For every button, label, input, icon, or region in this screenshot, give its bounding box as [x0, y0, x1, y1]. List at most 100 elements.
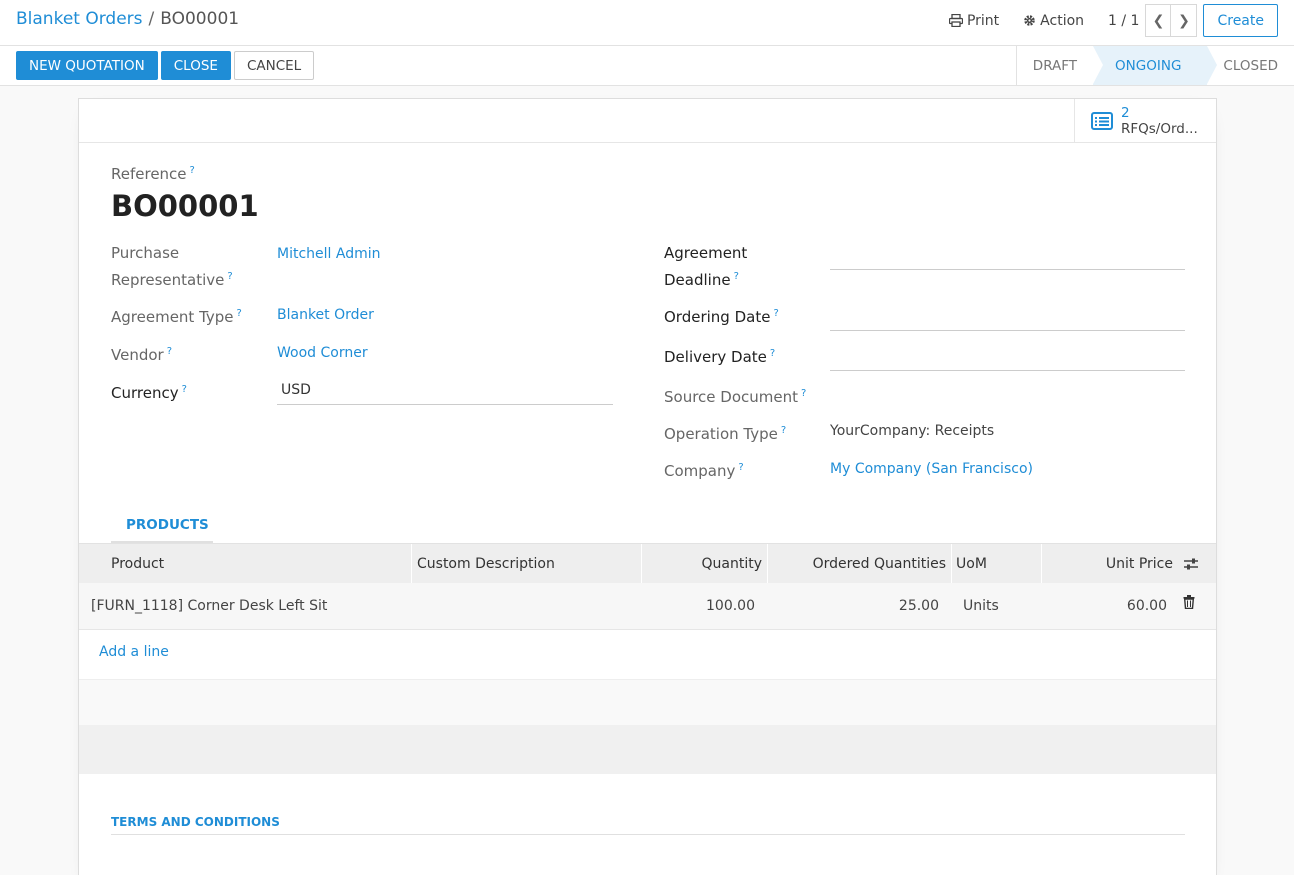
- purchase-representative-label-line2: Representative: [111, 271, 225, 289]
- table-empty-row: [79, 679, 1216, 725]
- agreement-type-label-text: Agreement Type: [111, 308, 234, 326]
- help-icon[interactable]: ?: [227, 271, 232, 282]
- vendor-label-text: Vendor: [111, 346, 164, 364]
- operation-type-value: YourCompany: Receipts: [830, 423, 995, 439]
- reference-label-text: Reference: [111, 165, 187, 183]
- print-button[interactable]: Print: [948, 12, 1000, 29]
- pager-value: 1 / 1: [1108, 12, 1140, 29]
- vendor-value[interactable]: Wood Corner: [277, 343, 368, 363]
- status-ongoing: ONGOING: [1093, 46, 1218, 85]
- column-divider: [951, 544, 952, 584]
- optional-columns-toggle[interactable]: [1183, 557, 1199, 571]
- control-panel: Blanket Orders / BO00001 Print Action 1 / …: [0, 0, 1294, 46]
- agreement-deadline-label-line2: Deadline: [664, 271, 731, 289]
- chevron-left-icon: ❮: [1152, 12, 1165, 29]
- delete-row-button[interactable]: [1183, 595, 1195, 610]
- agreement-type-label: Agreement Type?: [111, 302, 242, 329]
- breadcrumb-separator: /: [148, 9, 155, 29]
- help-icon[interactable]: ?: [182, 384, 187, 395]
- help-icon[interactable]: ?: [738, 462, 743, 473]
- column-divider: [411, 544, 412, 584]
- agreement-deadline-label-line1: Agreement: [664, 244, 748, 262]
- new-quotation-button[interactable]: NEW QUOTATION: [16, 51, 158, 80]
- help-icon[interactable]: ?: [781, 425, 786, 436]
- row-uom[interactable]: Units: [963, 583, 999, 630]
- delivery-date-field[interactable]: [830, 345, 1185, 371]
- row-quantity[interactable]: 100.00: [641, 583, 755, 630]
- close-button[interactable]: CLOSE: [160, 51, 231, 80]
- row-product[interactable]: [FURN_1118] Corner Desk Left Sit: [91, 583, 327, 630]
- source-document-label-text: Source Document: [664, 388, 798, 406]
- purchase-representative-value[interactable]: Mitchell Admin: [277, 244, 381, 264]
- print-label: Print: [966, 12, 1000, 29]
- operation-type-label: Operation Type?: [664, 419, 786, 446]
- delivery-date-label: Delivery Date?: [664, 342, 775, 369]
- column-header-description[interactable]: Custom Description: [417, 544, 555, 584]
- gear-icon: [1024, 15, 1035, 26]
- column-header-ordered-quantities[interactable]: Ordered Quantities: [767, 544, 946, 584]
- status-steps: DRAFT ONGOING CLOSED: [1015, 46, 1294, 85]
- pager-previous-button[interactable]: ❮: [1145, 4, 1172, 37]
- action-button[interactable]: Action: [1023, 13, 1084, 29]
- help-icon[interactable]: ?: [773, 308, 778, 319]
- trash-icon: [1183, 595, 1195, 610]
- status-closed: CLOSED: [1223, 57, 1278, 74]
- list-icon: [1091, 112, 1113, 130]
- company-value[interactable]: My Company (San Francisco): [830, 459, 1033, 479]
- ordering-date-label: Ordering Date?: [664, 302, 779, 329]
- help-icon[interactable]: ?: [237, 308, 242, 319]
- reference-label: Reference?: [111, 165, 195, 183]
- company-label-text: Company: [664, 462, 736, 480]
- ordering-date-field[interactable]: [830, 305, 1185, 331]
- chevron-right-icon: ❯: [1178, 12, 1190, 29]
- row-ordered-quantities: 25.00: [898, 598, 939, 614]
- currency-field[interactable]: USD: [277, 379, 613, 405]
- help-icon[interactable]: ?: [801, 388, 806, 399]
- table-footer-row: [79, 725, 1216, 774]
- smart-button-label: RFQs/Ord...: [1121, 121, 1198, 137]
- print-icon: [948, 14, 963, 27]
- statusbar-buttons: NEW QUOTATION CLOSE CANCEL: [16, 51, 317, 80]
- column-header-uom[interactable]: UoM: [956, 544, 987, 584]
- tab-products[interactable]: PRODUCTS: [111, 511, 213, 543]
- rfqs-smart-button[interactable]: 2 RFQs/Ord...: [1074, 99, 1216, 143]
- currency-label: Currency?: [111, 378, 187, 405]
- help-icon[interactable]: ?: [167, 346, 172, 357]
- agreement-deadline-field[interactable]: [830, 244, 1185, 270]
- company-label: Company?: [664, 456, 744, 483]
- create-button[interactable]: Create: [1203, 4, 1278, 37]
- pager-next-button[interactable]: ❯: [1171, 4, 1198, 37]
- help-icon[interactable]: ?: [190, 165, 195, 176]
- column-header-product[interactable]: Product: [111, 544, 164, 584]
- control-panel-actions: Print Action 1 / 1 ❮ ❯ Create: [948, 4, 1278, 37]
- pager-nav: ❮ ❯: [1145, 4, 1198, 37]
- ordering-date-label-text: Ordering Date: [664, 308, 771, 326]
- help-icon[interactable]: ?: [734, 271, 739, 282]
- table-row[interactable]: [FURN_1118] Corner Desk Left Sit 100.00 …: [79, 583, 1216, 630]
- smart-button-count: 2: [1121, 105, 1130, 121]
- form-sheet: 2 RFQs/Ord... Reference? BO00001 Purchas…: [78, 98, 1217, 875]
- breadcrumb: Blanket Orders / BO00001: [16, 9, 239, 29]
- delivery-date-label-text: Delivery Date: [664, 348, 767, 366]
- row-unit-price[interactable]: 60.00: [1041, 583, 1167, 630]
- sliders-icon: [1184, 558, 1198, 570]
- column-header-quantity[interactable]: Quantity: [641, 544, 763, 584]
- source-document-label: Source Document?: [664, 382, 806, 409]
- status-draft: DRAFT: [1032, 57, 1078, 74]
- cancel-button[interactable]: CANCEL: [233, 51, 315, 80]
- breadcrumb-blanket-orders-link[interactable]: Blanket Orders: [16, 9, 143, 29]
- agreement-type-value[interactable]: Blanket Order: [277, 305, 374, 325]
- reference-value: BO00001: [111, 189, 259, 223]
- add-line-link[interactable]: Add a line: [99, 644, 169, 660]
- action-label: Action: [1040, 12, 1085, 29]
- help-icon[interactable]: ?: [770, 348, 775, 359]
- products-table-header: Product Custom Description Quantity Orde…: [79, 543, 1216, 584]
- smart-button-box: 2 RFQs/Ord...: [79, 99, 1216, 143]
- breadcrumb-current: BO00001: [160, 9, 240, 29]
- terms-and-conditions-separator[interactable]: TERMS AND CONDITIONS: [111, 815, 1185, 835]
- currency-label-text: Currency: [111, 384, 179, 402]
- column-header-unit-price[interactable]: Unit Price: [1041, 544, 1173, 584]
- smart-button-text: 2 RFQs/Ord...: [1121, 105, 1198, 137]
- vendor-label: Vendor?: [111, 340, 172, 367]
- purchase-representative-label-line1: Purchase: [111, 244, 180, 262]
